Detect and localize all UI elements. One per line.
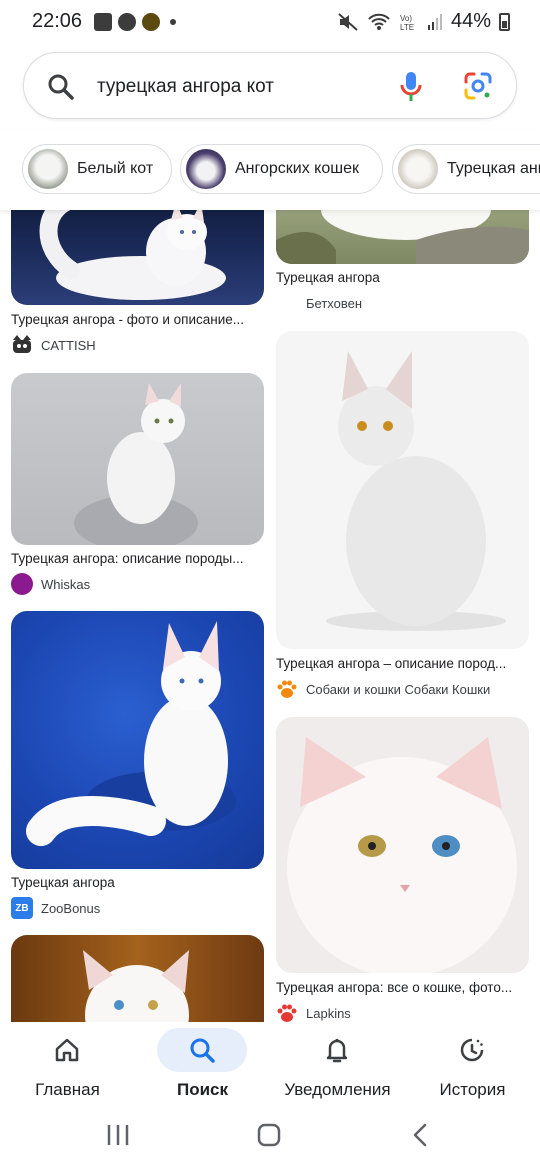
- result-image[interactable]: [11, 611, 264, 869]
- nav-label: История: [439, 1080, 506, 1099]
- zoobonus-favicon-icon: ZB: [11, 897, 33, 919]
- search-icon: [190, 1038, 215, 1063]
- result-title[interactable]: Турецкая ангора: все о кошке, фото...: [276, 980, 529, 995]
- result-title[interactable]: Турецкая ангора: описание породы...: [11, 551, 264, 566]
- bethoven-favicon-icon: [276, 292, 298, 314]
- cattish-favicon-icon: [11, 334, 33, 356]
- chip-angora-cats[interactable]: Ангорских кошек: [180, 144, 383, 194]
- chip-thumbnail: [28, 149, 68, 189]
- chip-white-cat[interactable]: Белый кот: [22, 144, 172, 194]
- svg-text:LTE: LTE: [400, 23, 414, 32]
- chip-label: Белый кот: [77, 160, 154, 177]
- recent-apps-icon[interactable]: [105, 1122, 131, 1148]
- chip-thumbnail: [398, 149, 438, 189]
- nav-label: Главная: [35, 1080, 100, 1099]
- chip-label: Ангорских кошек: [235, 160, 359, 177]
- svg-text:Vo): Vo): [400, 14, 412, 23]
- result-image[interactable]: [11, 935, 264, 1022]
- cat-photo: [39, 210, 226, 300]
- nav-home[interactable]: Главная: [0, 1022, 135, 1110]
- result-source[interactable]: Whiskas: [11, 573, 90, 595]
- notification-icons: [94, 12, 176, 32]
- result-image[interactable]: [11, 373, 264, 545]
- nav-label: Поиск: [176, 1080, 229, 1099]
- source-name: Собаки и кошки Собаки Кошки: [306, 681, 491, 697]
- source-name: Бетховен: [306, 295, 363, 311]
- home-icon: [55, 1038, 79, 1062]
- result-source[interactable]: CATTISH: [11, 334, 96, 356]
- related-searches: Белый кот Ангорских кошек Турецкая ангор…: [0, 130, 540, 210]
- result-image[interactable]: [276, 331, 529, 649]
- lte-icon: Vo)LTE: [400, 14, 414, 32]
- cat-photo: [326, 351, 506, 631]
- battery-icon: [499, 12, 510, 31]
- bell-icon: [326, 1039, 348, 1063]
- lapkins-favicon-icon: [276, 1002, 298, 1022]
- chip-thumbnail: [186, 149, 226, 189]
- system-navigation: [0, 1110, 540, 1170]
- cat-photo: [276, 210, 529, 264]
- result-source[interactable]: Lapkins: [276, 1002, 351, 1022]
- history-icon: [460, 1038, 484, 1062]
- source-name: Whiskas: [41, 576, 91, 592]
- paw-favicon-icon: [276, 678, 298, 700]
- home-button-icon[interactable]: [256, 1122, 282, 1148]
- status-time: 22:06: [32, 10, 83, 32]
- gallery-notification-icon: [94, 13, 112, 31]
- wifi-icon: [368, 13, 390, 30]
- result-title[interactable]: Турецкая ангора: [11, 875, 264, 890]
- status-bar: 22:06 Vo) LTE 44%: [0, 0, 540, 44]
- microphone-icon[interactable]: [400, 71, 422, 103]
- cat-photo: [74, 383, 198, 545]
- back-icon[interactable]: [410, 1122, 432, 1148]
- bottom-navigation: Главная Поиск Уведомления История: [0, 1022, 540, 1110]
- result-title[interactable]: Турецкая ангора - фото и описание...: [11, 312, 264, 327]
- more-notifications-dot-icon: [170, 19, 176, 25]
- source-name: ZooBonus: [41, 900, 101, 916]
- result-image[interactable]: [276, 210, 529, 264]
- image-results: Турецкая ангора - фото и описание... CAT…: [0, 210, 540, 1022]
- nav-label: Уведомления: [284, 1080, 391, 1099]
- result-source[interactable]: Бетховен: [276, 292, 362, 314]
- whiskas-favicon-icon: [11, 573, 33, 595]
- cat-face-photo: [287, 737, 517, 973]
- system-status: Vo) LTE 44%: [337, 10, 510, 33]
- chip-turkish-angora[interactable]: Турецкая ангора: [392, 144, 540, 194]
- cat-photo: [83, 950, 189, 1022]
- source-name: Lapkins: [306, 1005, 351, 1021]
- app-notification-icon: [118, 13, 136, 31]
- result-source[interactable]: Собаки и кошки Собаки Кошки: [276, 678, 490, 700]
- mute-icon: [338, 12, 358, 31]
- nav-search[interactable]: Поиск: [135, 1022, 270, 1110]
- search-icon[interactable]: [47, 73, 75, 101]
- nav-notifications[interactable]: Уведомления: [270, 1022, 405, 1110]
- result-title[interactable]: Турецкая ангора – описание пород...: [276, 656, 529, 671]
- chip-label: Турецкая ангора: [447, 160, 540, 177]
- avatar-notification-icon: [142, 13, 160, 31]
- source-name: CATTISH: [41, 337, 96, 353]
- result-image[interactable]: [276, 717, 529, 973]
- battery-percent: 44%: [450, 10, 491, 32]
- result-title[interactable]: Турецкая ангора: [276, 270, 529, 285]
- result-image[interactable]: [11, 210, 264, 305]
- search-bar[interactable]: турецкая ангора кот: [23, 52, 517, 119]
- signal-icon: [427, 13, 442, 30]
- nav-history[interactable]: История: [405, 1022, 540, 1110]
- cat-photo: [26, 621, 236, 846]
- google-lens-icon[interactable]: [463, 71, 493, 101]
- result-source[interactable]: ZB ZooBonus: [11, 897, 100, 919]
- search-input[interactable]: турецкая ангора кот: [97, 76, 274, 98]
